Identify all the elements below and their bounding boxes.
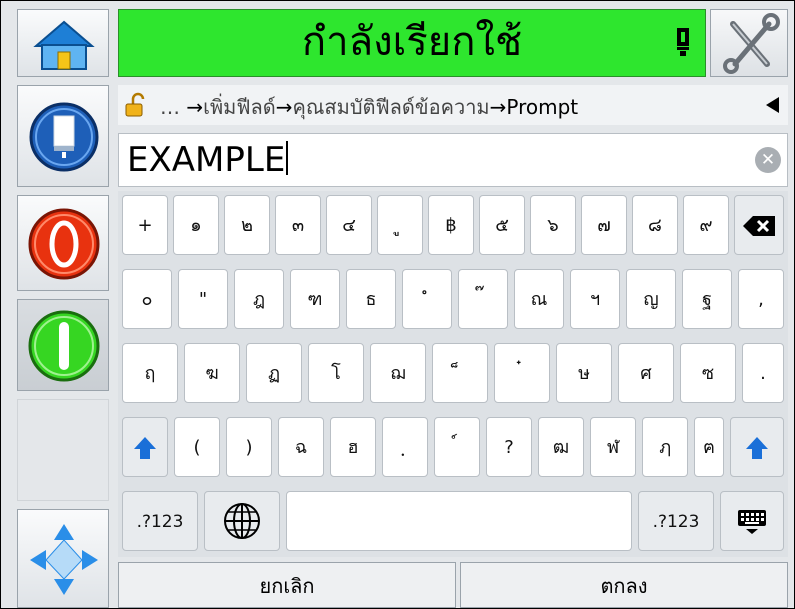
ink-button[interactable]	[17, 85, 109, 187]
key[interactable]: ฉ	[278, 417, 324, 477]
key[interactable]: โ	[308, 343, 364, 403]
key[interactable]: ฆ	[184, 343, 240, 403]
key[interactable]: ธ	[346, 269, 396, 329]
key[interactable]: ๋	[494, 343, 550, 403]
home-button[interactable]	[17, 9, 109, 77]
backspace-icon	[743, 216, 775, 236]
key[interactable]: ๒	[224, 195, 270, 255]
key[interactable]: ฤ	[122, 343, 178, 403]
key[interactable]: ู	[377, 195, 423, 255]
shift-key-right[interactable]	[730, 417, 784, 477]
text-input-value: EXAMPLE	[127, 140, 286, 180]
key[interactable]: "	[178, 269, 228, 329]
navigate-icon	[30, 524, 98, 595]
key[interactable]: ๖	[530, 195, 576, 255]
key[interactable]: ํ	[402, 269, 452, 329]
key[interactable]: ฬ	[590, 417, 636, 477]
unlock-icon	[125, 92, 145, 117]
key[interactable]: ๐	[122, 269, 172, 329]
key[interactable]: ์	[434, 417, 480, 477]
key[interactable]: ญ	[626, 269, 676, 329]
start-button[interactable]	[17, 299, 109, 391]
key[interactable]: .	[742, 343, 784, 403]
breadcrumb-item-add-field[interactable]: เพิ่มฟีลด์	[203, 95, 276, 119]
key[interactable]: ฦ	[642, 417, 688, 477]
breadcrumb-separator: →	[275, 95, 293, 119]
home-icon	[33, 20, 95, 70]
key[interactable]: ฑ	[290, 269, 340, 329]
key[interactable]: ณ	[514, 269, 564, 329]
key[interactable]: ๓	[275, 195, 321, 255]
tools-icon	[723, 13, 780, 74]
space-key[interactable]	[286, 491, 632, 551]
breadcrumb-separator: →	[489, 95, 507, 119]
start-icon	[28, 310, 100, 382]
key[interactable]: ๘	[632, 195, 678, 255]
text-input[interactable]: EXAMPLE ✕	[118, 133, 788, 187]
key[interactable]: +	[122, 195, 168, 255]
symbols-key-left[interactable]: .?123	[122, 491, 198, 551]
key[interactable]: ซ	[680, 343, 736, 403]
key[interactable]: )	[226, 417, 272, 477]
key[interactable]: ฌ	[370, 343, 426, 403]
back-arrow-icon[interactable]	[764, 96, 780, 114]
key[interactable]: ๔	[326, 195, 372, 255]
key[interactable]: ๑	[173, 195, 219, 255]
breadcrumb-separator: →	[186, 95, 204, 119]
text-caret	[286, 141, 289, 175]
key[interactable]: ็	[432, 343, 488, 403]
key[interactable]: ฏ	[246, 343, 302, 403]
key[interactable]: ฺ	[382, 417, 428, 477]
symbols-key-right[interactable]: .?123	[638, 491, 714, 551]
backspace-key[interactable]	[734, 195, 784, 255]
language-key[interactable]	[204, 491, 280, 551]
on-screen-keyboard: + ๑ ๒ ๓ ๔ ู ฿ ๕ ๖ ๗ ๘ ๙ ๐ " ฎ ฑ ธ ํ ๊ ณ …	[118, 191, 788, 557]
cancel-button[interactable]: ยกเลิก	[118, 562, 456, 608]
tools-button[interactable]	[710, 9, 788, 77]
key[interactable]: ฒ	[538, 417, 584, 477]
keyboard-hide-icon	[738, 510, 766, 534]
breadcrumb-prefix[interactable]: …	[160, 95, 180, 119]
shift-key-left[interactable]	[122, 417, 168, 477]
app-frame: กำลังเรียกใช้ … →เพิ่มฟีลด์→คุณสมบัติฟีล…	[0, 0, 795, 609]
breadcrumb-item-prompt: Prompt	[506, 95, 579, 119]
key[interactable]: ฮ	[330, 417, 376, 477]
ok-button[interactable]: ตกลง	[460, 562, 788, 608]
globe-icon	[224, 503, 260, 539]
key[interactable]: ๊	[458, 269, 508, 329]
key[interactable]: ,	[738, 269, 784, 329]
key[interactable]: ฯ	[570, 269, 620, 329]
breadcrumb: … →เพิ่มฟีลด์→คุณสมบัติฟีลด์ข้อความ→Prom…	[118, 85, 788, 125]
breadcrumb-item-text-field-properties[interactable]: คุณสมบัติฟีลด์ข้อความ	[293, 95, 490, 119]
key[interactable]: ฿	[428, 195, 474, 255]
stop-button[interactable]	[17, 195, 109, 291]
status-text: กำลังเรียกใช้	[301, 19, 523, 65]
status-bar: กำลังเรียกใช้	[118, 9, 706, 77]
key[interactable]: ๕	[479, 195, 525, 255]
key[interactable]: ฅ	[694, 417, 724, 477]
key[interactable]: ๗	[581, 195, 627, 255]
empty-side-slot	[17, 399, 109, 501]
navigate-button[interactable]	[17, 509, 109, 608]
key[interactable]: (	[174, 417, 220, 477]
stop-icon	[28, 208, 100, 280]
key[interactable]: ?	[486, 417, 532, 477]
hide-keyboard-key[interactable]	[720, 491, 784, 551]
key[interactable]: ศ	[618, 343, 674, 403]
clear-text-button[interactable]: ✕	[755, 147, 781, 173]
key[interactable]: ษ	[556, 343, 612, 403]
key[interactable]: ฎ	[234, 269, 284, 329]
ink-cartridge-icon	[677, 28, 689, 56]
key[interactable]: ฐ	[682, 269, 732, 329]
shift-arrow-icon	[746, 437, 768, 459]
ink-icon	[29, 102, 99, 172]
shift-arrow-icon	[134, 437, 156, 459]
key[interactable]: ๙	[683, 195, 729, 255]
